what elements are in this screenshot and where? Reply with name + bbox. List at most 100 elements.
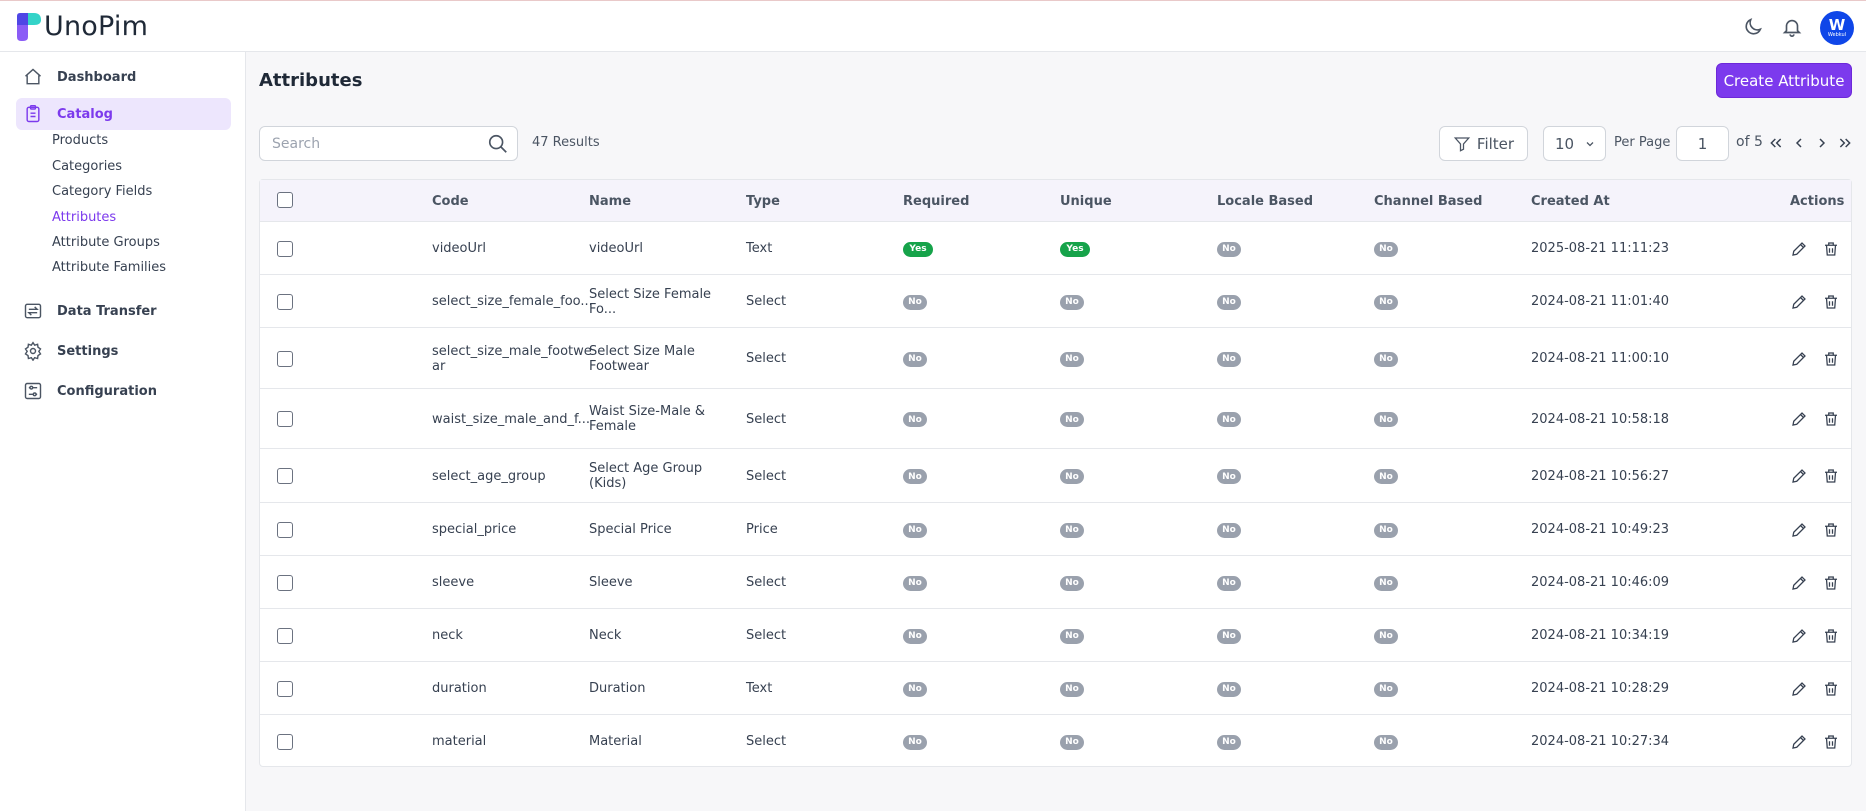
- cell-created-at: 2024-08-21 10:56:27: [1531, 468, 1670, 484]
- pencil-icon: [1792, 241, 1806, 256]
- badge-channel-based: No: [1374, 294, 1398, 310]
- sidebar-sub-category-fields[interactable]: Category Fields: [52, 184, 152, 199]
- pencil-icon: [1792, 294, 1806, 309]
- col-unique[interactable]: Unique: [1060, 194, 1112, 209]
- sidebar-sub-attribute-families[interactable]: Attribute Families: [52, 260, 166, 275]
- row-checkbox[interactable]: [277, 521, 293, 538]
- edit-button[interactable]: [1789, 679, 1809, 699]
- edit-button[interactable]: [1789, 732, 1809, 752]
- edit-button[interactable]: [1789, 349, 1809, 369]
- trash-icon: [1825, 351, 1837, 366]
- delete-button[interactable]: [1821, 409, 1841, 429]
- col-code[interactable]: Code: [432, 194, 469, 209]
- search-input[interactable]: [260, 127, 470, 160]
- cell-type: Price: [746, 522, 778, 537]
- create-attribute-button[interactable]: Create Attribute: [1716, 63, 1852, 98]
- cell-name: videoUrl: [589, 241, 643, 256]
- delete-button[interactable]: [1821, 292, 1841, 312]
- unopim-logo-icon: [17, 12, 41, 41]
- edit-button[interactable]: [1789, 626, 1809, 646]
- row-checkbox[interactable]: [277, 411, 293, 427]
- badge-channel-based: No: [1374, 734, 1398, 750]
- cell-code: select_size_male_footwe ar: [432, 343, 592, 374]
- row-checkbox[interactable]: [277, 733, 293, 750]
- prev-page-button[interactable]: [1789, 133, 1809, 153]
- search-icon[interactable]: [487, 133, 509, 155]
- pencil-icon: [1792, 575, 1806, 590]
- row-checkbox[interactable]: [277, 240, 293, 257]
- trash-icon: [1825, 681, 1837, 696]
- table-row: select_size_male_footwe ar Select Size Ma…: [260, 328, 1851, 389]
- sidebar-item-data-transfer[interactable]: Data Transfer: [16, 295, 231, 327]
- badge-channel-based: No: [1374, 575, 1398, 591]
- sidebar-sub-products[interactable]: Products: [52, 133, 108, 148]
- delete-button[interactable]: [1821, 626, 1841, 646]
- last-page-button[interactable]: [1835, 133, 1855, 153]
- delete-button[interactable]: [1821, 349, 1841, 369]
- col-channel-based[interactable]: Channel Based: [1374, 194, 1482, 209]
- table-header: Code Name Type Required Unique Locale Ba…: [260, 180, 1851, 222]
- app-logo[interactable]: UnoPim: [14, 11, 148, 42]
- next-page-button[interactable]: [1812, 133, 1832, 153]
- attributes-table: Code Name Type Required Unique Locale Ba…: [259, 179, 1852, 767]
- badge-locale-based: No: [1217, 575, 1241, 591]
- badge-channel-based: No: [1374, 681, 1398, 697]
- sidebar-sub-categories[interactable]: Categories: [52, 159, 122, 174]
- page-number-input[interactable]: [1676, 126, 1729, 161]
- delete-button[interactable]: [1821, 239, 1841, 259]
- col-created-at[interactable]: Created At: [1531, 194, 1610, 209]
- row-checkbox[interactable]: [277, 574, 293, 591]
- select-all-checkbox[interactable]: [277, 192, 293, 208]
- chevrons-left-icon: [1770, 138, 1782, 148]
- sidebar-item-catalog[interactable]: Catalog: [16, 98, 231, 130]
- notifications-button[interactable]: [1778, 13, 1806, 41]
- per-page-select[interactable]: 10: [1543, 126, 1606, 161]
- cell-name: Waist Size-Male & Female: [589, 404, 706, 434]
- delete-button[interactable]: [1821, 466, 1841, 486]
- cell-created-at: 2025-08-21 11:11:23: [1531, 241, 1670, 256]
- sidebar-item-settings[interactable]: Settings: [16, 335, 231, 367]
- sidebar-sub-attribute-groups[interactable]: Attribute Groups: [52, 235, 160, 250]
- dark-mode-toggle[interactable]: [1739, 13, 1767, 41]
- badge-unique: No: [1060, 575, 1084, 591]
- col-name[interactable]: Name: [589, 194, 631, 209]
- badge-locale-based: No: [1217, 681, 1241, 697]
- badge-locale-based: No: [1217, 294, 1241, 310]
- row-checkbox[interactable]: [277, 680, 293, 697]
- edit-button[interactable]: [1789, 292, 1809, 312]
- chevron-left-icon: [1795, 138, 1802, 148]
- delete-button[interactable]: [1821, 732, 1841, 752]
- cell-created-at: 2024-08-21 10:34:19: [1531, 628, 1670, 643]
- user-avatar[interactable]: W Webkul: [1820, 11, 1854, 45]
- delete-button[interactable]: [1821, 679, 1841, 699]
- row-checkbox[interactable]: [277, 293, 293, 310]
- sidebar-item-configuration[interactable]: Configuration: [16, 375, 231, 407]
- delete-button[interactable]: [1821, 573, 1841, 593]
- table-row: waist_size_male_and_f... Waist Size-Male …: [260, 389, 1851, 449]
- badge-channel-based: No: [1374, 241, 1398, 257]
- row-checkbox[interactable]: [277, 350, 293, 367]
- badge-channel-based: No: [1374, 522, 1398, 538]
- col-locale-based[interactable]: Locale Based: [1217, 194, 1313, 209]
- filter-button[interactable]: Filter: [1439, 126, 1528, 161]
- row-checkbox[interactable]: [277, 468, 293, 484]
- edit-button[interactable]: [1789, 520, 1809, 540]
- col-required[interactable]: Required: [903, 194, 969, 209]
- sidebar-sub-attributes[interactable]: Attributes: [52, 210, 116, 225]
- edit-button[interactable]: [1789, 239, 1809, 259]
- cell-code: select_size_female_foo...: [432, 294, 593, 309]
- pencil-icon: [1792, 628, 1806, 643]
- delete-button[interactable]: [1821, 520, 1841, 540]
- edit-button[interactable]: [1789, 409, 1809, 429]
- edit-button[interactable]: [1789, 466, 1809, 486]
- badge-locale-based: No: [1217, 734, 1241, 750]
- trash-icon: [1825, 469, 1837, 483]
- badge-unique: No: [1060, 469, 1084, 484]
- badge-required: No: [903, 681, 927, 697]
- col-type[interactable]: Type: [746, 194, 780, 209]
- sidebar-item-dashboard[interactable]: Dashboard: [16, 61, 231, 93]
- row-checkbox[interactable]: [277, 627, 293, 644]
- page-title: Attributes: [259, 70, 363, 91]
- first-page-button[interactable]: [1766, 133, 1786, 153]
- edit-button[interactable]: [1789, 573, 1809, 593]
